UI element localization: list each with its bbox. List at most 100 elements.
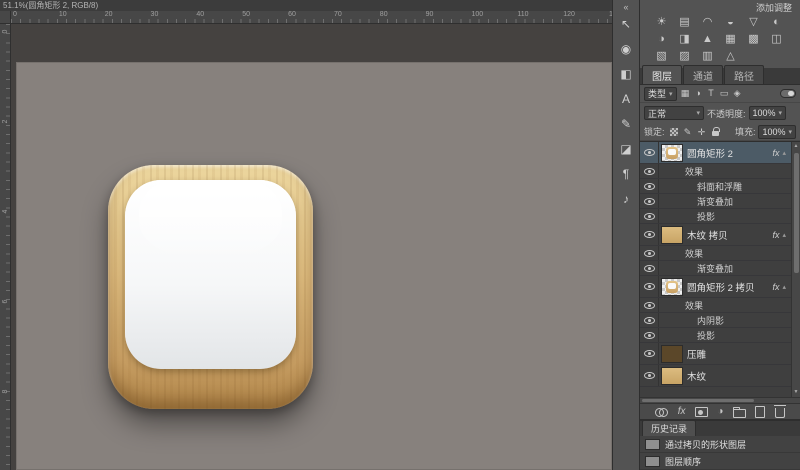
delete-layer-icon[interactable]	[775, 408, 785, 418]
opacity-dropdown[interactable]: 100%▾	[749, 106, 787, 120]
fill-dropdown[interactable]: 100%▾	[758, 125, 796, 139]
collapse-effects-chevron[interactable]: ▴	[782, 231, 786, 239]
layer-row[interactable]: 木纹	[640, 365, 791, 387]
visibility-toggle[interactable]	[640, 276, 659, 297]
lock-transparency-button[interactable]	[668, 126, 680, 138]
blend-mode-dropdown[interactable]: 正常▾	[644, 106, 704, 120]
filter-shape-layers-icon[interactable]: ▭	[718, 88, 731, 99]
character-panel-icon[interactable]: A	[615, 89, 637, 110]
history-item[interactable]: 通过拷贝的形状图层	[640, 436, 800, 453]
layer-row[interactable]: 木纹 拷贝fx▴	[640, 224, 791, 246]
layer-effect-row[interactable]: 渐变叠加	[640, 261, 791, 276]
invert-icon[interactable]: ◫	[765, 31, 788, 48]
visibility-toggle[interactable]	[640, 313, 659, 327]
layer-row[interactable]: 圆角矩形 2 拷贝fx▴	[640, 276, 791, 298]
history-item[interactable]: 图层顺序	[640, 453, 800, 470]
layer-thumbnail[interactable]	[661, 226, 683, 244]
layers-scrollbar[interactable]: ▲ ▼	[791, 142, 800, 397]
visibility-toggle[interactable]	[640, 261, 659, 275]
new-group-icon[interactable]	[733, 409, 746, 418]
photo-filter-icon[interactable]: ▲	[696, 31, 719, 48]
layer-thumbnail[interactable]	[661, 144, 683, 162]
curves-icon[interactable]: ◠	[696, 14, 719, 31]
new-layer-icon[interactable]	[755, 406, 765, 418]
layer-effect-row[interactable]: 斜面和浮雕	[640, 179, 791, 194]
lock-all-button[interactable]	[710, 126, 722, 138]
visibility-toggle[interactable]	[640, 298, 659, 312]
levels-icon[interactable]: ▤	[673, 14, 696, 31]
layer-thumbnail[interactable]	[661, 367, 683, 385]
new-adjustment-layer-icon[interactable]: ◑	[717, 406, 723, 417]
brush-presets-panel-icon[interactable]: ✎	[615, 114, 637, 135]
visibility-toggle[interactable]	[640, 343, 659, 364]
ruler-horizontal[interactable]: 0102030405060708090100110120130	[11, 11, 612, 23]
ruler-corner[interactable]	[0, 11, 11, 23]
tab-channels[interactable]: 通道	[683, 65, 723, 84]
timeline-panel-icon[interactable]: ♪	[615, 189, 637, 210]
color-balance-icon[interactable]: ◑	[650, 31, 673, 48]
collapse-dock-icon[interactable]: «	[623, 2, 628, 12]
posterize-icon[interactable]: ▧	[650, 48, 673, 65]
filter-pixel-layers-icon[interactable]: ▦	[679, 88, 692, 99]
eyedropper-tool-icon[interactable]: ◉	[615, 39, 637, 60]
filter-toggle[interactable]	[780, 89, 796, 98]
layer-effect-row[interactable]: 效果	[640, 164, 791, 179]
visibility-toggle[interactable]	[640, 209, 659, 223]
layer-effect-row[interactable]: 投影	[640, 209, 791, 224]
layer-row[interactable]: 圆角矩形 2fx▴	[640, 142, 791, 164]
canvas-pasteboard[interactable]	[11, 24, 612, 470]
layers-horizontal-scrollbar[interactable]	[640, 397, 800, 403]
scrollbar-thumb[interactable]	[642, 399, 754, 402]
exposure-icon[interactable]: ◒	[719, 14, 742, 31]
document-canvas[interactable]	[16, 62, 612, 470]
channel-mixer-icon[interactable]: ▦	[719, 31, 742, 48]
tab-paths[interactable]: 路径	[724, 65, 764, 84]
filter-adjustment-layers-icon[interactable]: ◑	[692, 88, 705, 99]
paragraph-panel-icon[interactable]: ¶	[615, 164, 637, 185]
filter-type-dropdown[interactable]: 类型▾	[644, 87, 677, 101]
layer-effect-row[interactable]: 内阴影	[640, 313, 791, 328]
collapse-effects-chevron[interactable]: ▴	[782, 149, 786, 157]
link-layers-icon[interactable]	[655, 408, 668, 416]
scroll-down-icon[interactable]: ▼	[794, 388, 799, 397]
measure-tool-icon[interactable]: ◧	[615, 64, 637, 85]
visibility-toggle[interactable]	[640, 142, 659, 163]
lock-pixels-button[interactable]: ✎	[682, 126, 694, 138]
add-layer-style-icon[interactable]: fx	[678, 406, 686, 417]
visibility-toggle[interactable]	[640, 246, 659, 260]
collapse-effects-chevron[interactable]: ▴	[782, 283, 786, 291]
visibility-toggle[interactable]	[640, 164, 659, 178]
filter-smart-objects-icon[interactable]: ◈	[731, 88, 744, 99]
selective-color-icon[interactable]: △	[719, 48, 742, 65]
layer-effect-row[interactable]: 投影	[640, 328, 791, 343]
brightness-contrast-icon[interactable]: ☀	[650, 14, 673, 31]
visibility-toggle[interactable]	[640, 194, 659, 208]
layer-thumbnail[interactable]	[661, 345, 683, 363]
layer-row[interactable]: 压雕	[640, 343, 791, 365]
gradient-map-icon[interactable]: ▥	[696, 48, 719, 65]
layer-style-fx-badge[interactable]: fx	[772, 282, 779, 292]
visibility-toggle[interactable]	[640, 328, 659, 342]
visibility-toggle[interactable]	[640, 179, 659, 193]
layer-effect-row[interactable]: 效果	[640, 298, 791, 313]
vibrance-icon[interactable]: ▽	[742, 14, 765, 31]
color-lookup-icon[interactable]: ▩	[742, 31, 765, 48]
scroll-up-icon[interactable]: ▲	[794, 142, 799, 151]
visibility-toggle[interactable]	[640, 365, 659, 386]
layer-style-fx-badge[interactable]: fx	[772, 230, 779, 240]
scrollbar-thumb[interactable]	[794, 153, 799, 273]
layer-style-fx-badge[interactable]: fx	[772, 148, 779, 158]
3d-panel-icon[interactable]: ◪	[615, 139, 637, 160]
black-white-icon[interactable]: ◨	[673, 31, 696, 48]
add-layer-mask-icon[interactable]	[695, 407, 708, 417]
tab-history[interactable]: 历史记录	[642, 420, 696, 436]
threshold-icon[interactable]: ▨	[673, 48, 696, 65]
filter-type-layers-icon[interactable]: T	[705, 88, 718, 99]
move-tool-icon[interactable]: ↖	[615, 14, 637, 35]
tab-layers[interactable]: 图层	[642, 65, 682, 84]
ruler-vertical[interactable]: 02468	[0, 24, 11, 470]
visibility-toggle[interactable]	[640, 224, 659, 245]
layer-effect-row[interactable]: 渐变叠加	[640, 194, 791, 209]
layer-effect-row[interactable]: 效果	[640, 246, 791, 261]
hue-saturation-icon[interactable]: ◐	[765, 14, 788, 31]
